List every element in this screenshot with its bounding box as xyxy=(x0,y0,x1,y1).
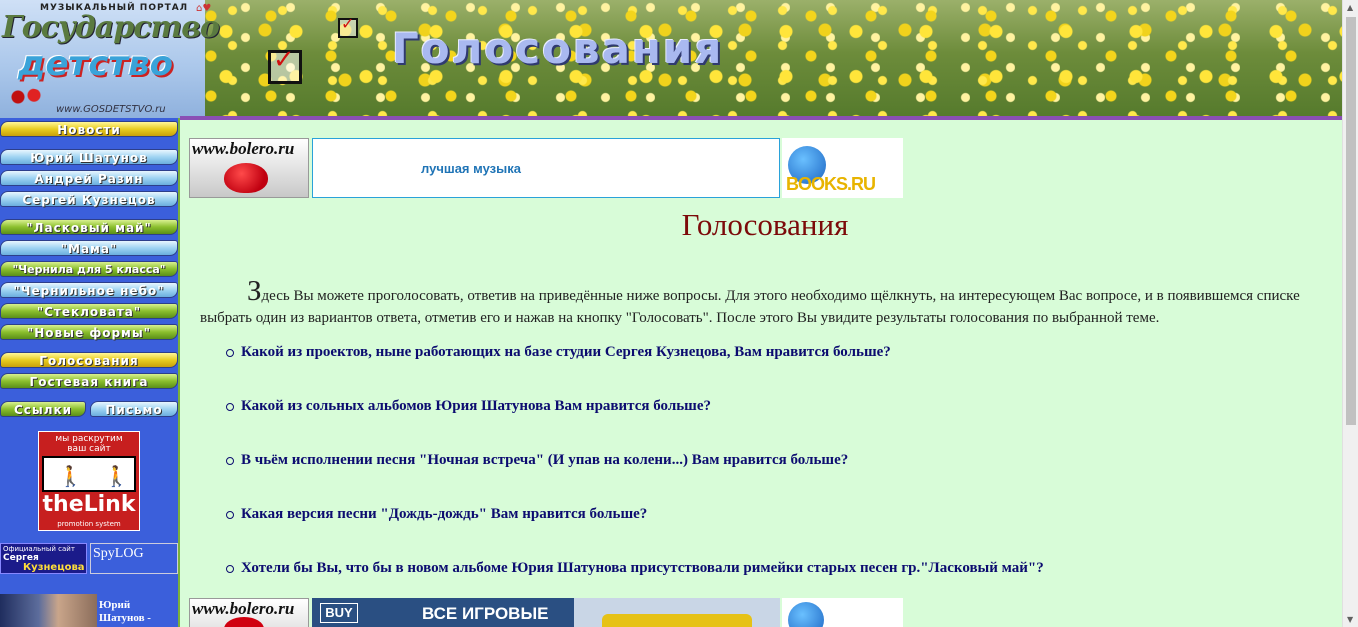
sidebar-item-chernila[interactable]: "Чернила для 5 класса" xyxy=(0,261,178,277)
scroll-up-arrow-icon[interactable]: ▲ xyxy=(1347,3,1353,12)
shatunov-photo[interactable] xyxy=(0,594,97,627)
header-divider xyxy=(180,116,1342,120)
bolero-banner-bottom[interactable]: www.bolero.ru xyxy=(189,598,309,627)
meadow-background xyxy=(205,0,1342,118)
games-banner[interactable]: BUY ВСЕ ИГРОВЫЕ xyxy=(312,598,780,627)
globe-icon xyxy=(788,602,824,627)
sidebar-item-guestbook[interactable]: Гостевая книга xyxy=(0,373,178,389)
logo-title-line2: детство xyxy=(18,44,173,84)
sidebar-item-links[interactable]: Ссылки xyxy=(0,401,86,417)
filmstrip-icon: 🚶 🚶 xyxy=(42,456,136,492)
page-title: Голосования xyxy=(681,207,849,242)
poll-question-link[interactable]: Какой из проектов, ныне работающих на ба… xyxy=(226,344,1044,398)
sidebar-item-letter[interactable]: Письмо xyxy=(90,401,178,417)
poll-question-link[interactable]: Какая версия песни "Дождь-дождь" Вам нра… xyxy=(226,506,1044,560)
poll-question-list: Какой из проектов, ныне работающих на ба… xyxy=(226,344,1044,614)
bolero-banner-bottom-text: www.bolero.ru xyxy=(192,599,295,618)
games-banner-graphic xyxy=(602,614,752,627)
thelink-tagline: promotion system xyxy=(57,520,121,528)
vertical-scrollbar[interactable]: ▲ ▼ xyxy=(1342,0,1358,627)
badge-line1: Официальный сайт xyxy=(3,545,75,553)
sidebar-item-shatunov[interactable]: Юрий Шатунов xyxy=(0,149,178,165)
books-banner[interactable]: BOOKS.RU xyxy=(782,138,903,198)
bolero-banner-text: www.bolero.ru xyxy=(192,139,295,158)
shatunov-caption[interactable]: Юрий Шатунов - xyxy=(99,599,151,625)
header-section-title: Голосования xyxy=(392,24,724,73)
spylog-counter[interactable]: SpyLOG xyxy=(90,543,178,574)
books-banner-text: BOOKS.RU xyxy=(786,174,876,194)
games-banner-text: ВСЕ ИГРОВЫЕ xyxy=(422,604,549,623)
badge-line3: Кузнецова xyxy=(23,562,85,573)
logo-title-line1: Государство xyxy=(2,10,220,45)
intro-paragraph: Здесь Вы можете проголосовать, ответив н… xyxy=(200,277,1340,329)
kuznetsov-site-badge[interactable]: Официальный сайт Сергея Кузнецова xyxy=(0,543,87,574)
bolero-logo-icon xyxy=(224,163,268,193)
thelink-slogan: мы раскрутим ваш сайт xyxy=(55,434,123,454)
sidebar-item-razin[interactable]: Андрей Разин xyxy=(0,170,178,186)
sidebar-item-chernilnoe-nebo[interactable]: "Чернильное небо" xyxy=(0,282,178,298)
books-banner-bottom[interactable] xyxy=(782,598,903,627)
roses-icon xyxy=(6,88,46,106)
music-banner[interactable]: лучшая музыка xyxy=(312,138,780,198)
thelink-brand: theLink xyxy=(42,492,136,517)
checkbox-decoration-small: ✓ xyxy=(338,14,358,38)
spylog-alt-text: SpyLOG xyxy=(93,546,144,561)
poll-question-link[interactable]: В чьём исполнении песня "Ночная встреча"… xyxy=(226,452,1044,506)
sidebar-item-kuznetsov[interactable]: Сергей Кузнецов xyxy=(0,191,178,207)
site-logo[interactable]: МУЗЫКАЛЬНЫЙ ПОРТАЛ ⌂♥ Государство детств… xyxy=(0,0,220,118)
intro-text: десь Вы можете проголосовать, ответив на… xyxy=(200,288,1300,326)
bolero-banner[interactable]: www.bolero.ru xyxy=(189,138,309,198)
intro-initial: З xyxy=(247,275,262,307)
sidebar-item-news[interactable]: Новости xyxy=(0,121,178,137)
music-banner-text: лучшая музыка xyxy=(421,161,521,176)
sidebar-item-novye-formy[interactable]: "Новые формы" xyxy=(0,324,178,340)
thelink-banner[interactable]: мы раскрутим ваш сайт 🚶 🚶 theLink promotio… xyxy=(38,431,140,531)
scroll-down-arrow-icon[interactable]: ▼ xyxy=(1347,615,1353,624)
scrollbar-thumb[interactable] xyxy=(1346,17,1356,425)
logo-url: www.GOSDETSTVO.ru xyxy=(56,104,166,115)
sidebar-item-polls[interactable]: Голосования xyxy=(0,352,178,368)
buy-badge: BUY xyxy=(320,603,358,623)
poll-question-link[interactable]: Какой из сольных альбомов Юрия Шатунова … xyxy=(226,398,1044,452)
checkbox-decoration-large: ✓ xyxy=(268,45,302,84)
sidebar-item-steklovata[interactable]: "Стекловата" xyxy=(0,303,178,319)
sidebar-nav: Новости Юрий Шатунов Андрей Разин Сергей… xyxy=(0,118,180,627)
